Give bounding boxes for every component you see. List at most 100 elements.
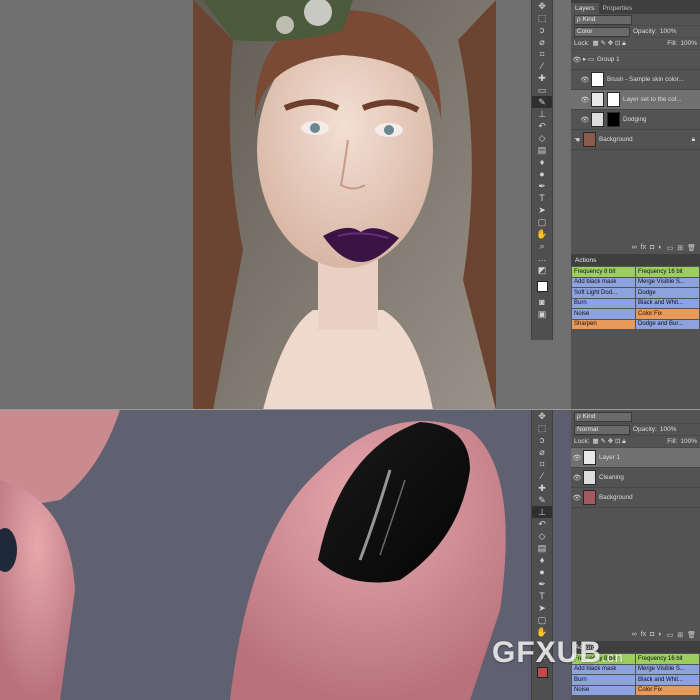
visibility-icon[interactable]: 👁︎ — [571, 494, 583, 502]
link-layers-icon[interactable]: ∞ — [632, 631, 637, 639]
nail-canvas[interactable] — [0, 410, 528, 700]
add-mask-icon[interactable]: ◘ — [650, 244, 654, 252]
healing-brush-tool-icon[interactable]: ✚ — [532, 72, 552, 84]
link-layers-icon[interactable]: ∞ — [632, 244, 637, 252]
add-mask-icon[interactable]: ◘ — [650, 631, 654, 639]
adjustment-layer-icon[interactable]: ◐ — [658, 631, 662, 639]
new-group-icon[interactable]: ▭ — [667, 631, 674, 639]
clone-stamp-tool-icon[interactable]: ⊥ — [532, 506, 552, 518]
visibility-icon[interactable]: 👁︎ — [579, 96, 591, 104]
lock-icons[interactable]: ▦ ✎ ✥ ⊡ 🔒︎ — [593, 39, 665, 48]
visibility-icon[interactable]: 👁︎ — [571, 56, 583, 64]
action-button[interactable]: Frequency 16 bit — [636, 267, 699, 277]
pen-tool-icon[interactable]: ✒ — [532, 578, 552, 590]
layer-row[interactable]: 👁︎ Brush - Sample skin color... — [571, 70, 700, 90]
clone-stamp-tool-icon[interactable]: ⊥ — [532, 108, 552, 120]
quick-mask-icon[interactable]: ◙ — [532, 296, 552, 308]
eraser-tool-icon[interactable]: ◇ — [532, 132, 552, 144]
action-button[interactable]: Merge Visible S... — [636, 277, 699, 287]
pen-tool-icon[interactable]: ✒ — [532, 180, 552, 192]
eyedropper-tool-icon[interactable]: ⁄ — [532, 60, 552, 72]
kind-filter-select[interactable]: ρ Kind — [574, 411, 632, 422]
shape-tool-icon[interactable]: ▢ — [532, 216, 552, 228]
trash-icon[interactable]: 🗑︎ — [687, 244, 696, 252]
action-button[interactable]: Color Fix — [636, 685, 699, 695]
brush-tool-icon[interactable]: ✎ — [532, 494, 552, 506]
lock-icons[interactable]: ▦ ✎ ✥ ⊡ 🔒︎ — [593, 437, 665, 446]
fx-icon[interactable]: fx — [641, 631, 646, 639]
actions-title[interactable]: Actions — [575, 257, 596, 264]
action-button[interactable]: Frequency 16 bit — [636, 654, 699, 664]
visibility-icon[interactable]: 👁︎ — [579, 116, 591, 124]
lasso-tool-icon[interactable]: ↄ — [532, 434, 552, 446]
layer-row[interactable]: ☚ Background 🔒︎ — [571, 130, 700, 150]
blur-tool-icon[interactable]: ♦ — [532, 156, 552, 168]
crop-tool-icon[interactable]: ⌗ — [532, 48, 552, 60]
layer-row[interactable]: 👁︎ ▸ ▭ Group 1 — [571, 50, 700, 70]
fill-value[interactable]: 100% — [680, 40, 697, 47]
layer-row[interactable]: 👁︎ Cleaning — [571, 468, 700, 488]
type-tool-icon[interactable]: T — [532, 192, 552, 204]
visibility-icon[interactable]: 👁︎ — [571, 454, 583, 462]
gradient-tool-icon[interactable]: ▤ — [532, 542, 552, 554]
opacity-value[interactable]: 100% — [660, 28, 677, 35]
fx-icon[interactable]: fx — [641, 244, 646, 252]
ruler-tool-icon[interactable]: ▭ — [532, 84, 552, 96]
action-button[interactable]: Black and Whit... — [636, 298, 699, 308]
history-brush-tool-icon[interactable]: ↶ — [532, 120, 552, 132]
screen-mode-icon[interactable]: ▣ — [532, 308, 552, 320]
dodge-tool-icon[interactable]: ● — [532, 566, 552, 578]
fill-value[interactable]: 100% — [680, 438, 697, 445]
blend-mode-select[interactable]: Color — [574, 26, 630, 37]
zoom-tool-icon[interactable]: ⌕ — [532, 240, 552, 252]
dodge-tool-icon[interactable]: ● — [532, 168, 552, 180]
path-select-tool-icon[interactable]: ➤ — [532, 204, 552, 216]
default-colors-icon[interactable]: ◩ — [532, 264, 552, 276]
action-button[interactable]: Dodge and Bur... — [636, 319, 699, 329]
new-group-icon[interactable]: ▭ — [667, 244, 674, 252]
layer-row[interactable]: 👁︎ Layer set to the col... — [571, 90, 700, 110]
action-button[interactable]: Frequency 8 bit — [572, 267, 635, 277]
gradient-tool-icon[interactable]: ▤ — [532, 144, 552, 156]
blend-mode-select[interactable]: Normal — [574, 424, 630, 435]
history-brush-tool-icon[interactable]: ↶ — [532, 518, 552, 530]
more-tools-icon[interactable]: … — [532, 252, 552, 264]
layer-row[interactable]: 👁︎ Background — [571, 488, 700, 508]
trash-icon[interactable]: 🗑︎ — [687, 631, 696, 639]
eraser-tool-icon[interactable]: ◇ — [532, 530, 552, 542]
eyedropper-tool-icon[interactable]: ⁄ — [532, 470, 552, 482]
portrait-canvas[interactable] — [193, 0, 496, 410]
crop-tool-icon[interactable]: ⌗ — [532, 458, 552, 470]
new-layer-icon[interactable]: ⊞ — [677, 631, 683, 639]
color-swatches-icon[interactable] — [532, 276, 552, 296]
quick-select-tool-icon[interactable]: ⌀ — [532, 36, 552, 48]
move-tool-icon[interactable]: ✥ — [532, 410, 552, 422]
visibility-icon[interactable]: 👁︎ — [579, 76, 591, 84]
path-select-tool-icon[interactable]: ➤ — [532, 602, 552, 614]
action-button[interactable]: Merge Visible S... — [636, 664, 699, 674]
visibility-icon[interactable]: 👁︎ — [571, 474, 583, 482]
action-button[interactable]: Noise — [572, 685, 635, 695]
action-button[interactable]: Color Fix — [636, 309, 699, 319]
quick-select-tool-icon[interactable]: ⌀ — [532, 446, 552, 458]
hand-tool-icon[interactable]: ✋ — [532, 228, 552, 240]
action-button[interactable]: Add black mask — [572, 277, 635, 287]
shape-tool-icon[interactable]: ▢ — [532, 614, 552, 626]
kind-filter-select[interactable]: ρ Kind — [574, 14, 632, 25]
type-tool-icon[interactable]: T — [532, 590, 552, 602]
lasso-tool-icon[interactable]: ↄ — [532, 24, 552, 36]
blur-tool-icon[interactable]: ♦ — [532, 554, 552, 566]
layer-row[interactable]: 👁︎ Layer 1 — [571, 448, 700, 468]
action-button[interactable]: Soft Light Dod... — [572, 288, 635, 298]
adjustment-layer-icon[interactable]: ◐ — [658, 244, 662, 252]
action-button[interactable]: Burn — [572, 675, 635, 685]
action-button[interactable]: Black and Whit... — [636, 675, 699, 685]
marquee-tool-icon[interactable]: ⬚ — [532, 422, 552, 434]
opacity-value[interactable]: 100% — [660, 426, 677, 433]
marquee-tool-icon[interactable]: ⬚ — [532, 12, 552, 24]
brush-tool-icon[interactable]: ✎ — [532, 96, 552, 108]
action-button[interactable]: Burn — [572, 298, 635, 308]
action-button[interactable]: Sharpen — [572, 319, 635, 329]
tab-layers[interactable]: Layers — [571, 3, 599, 14]
action-button[interactable]: Dodge — [636, 288, 699, 298]
